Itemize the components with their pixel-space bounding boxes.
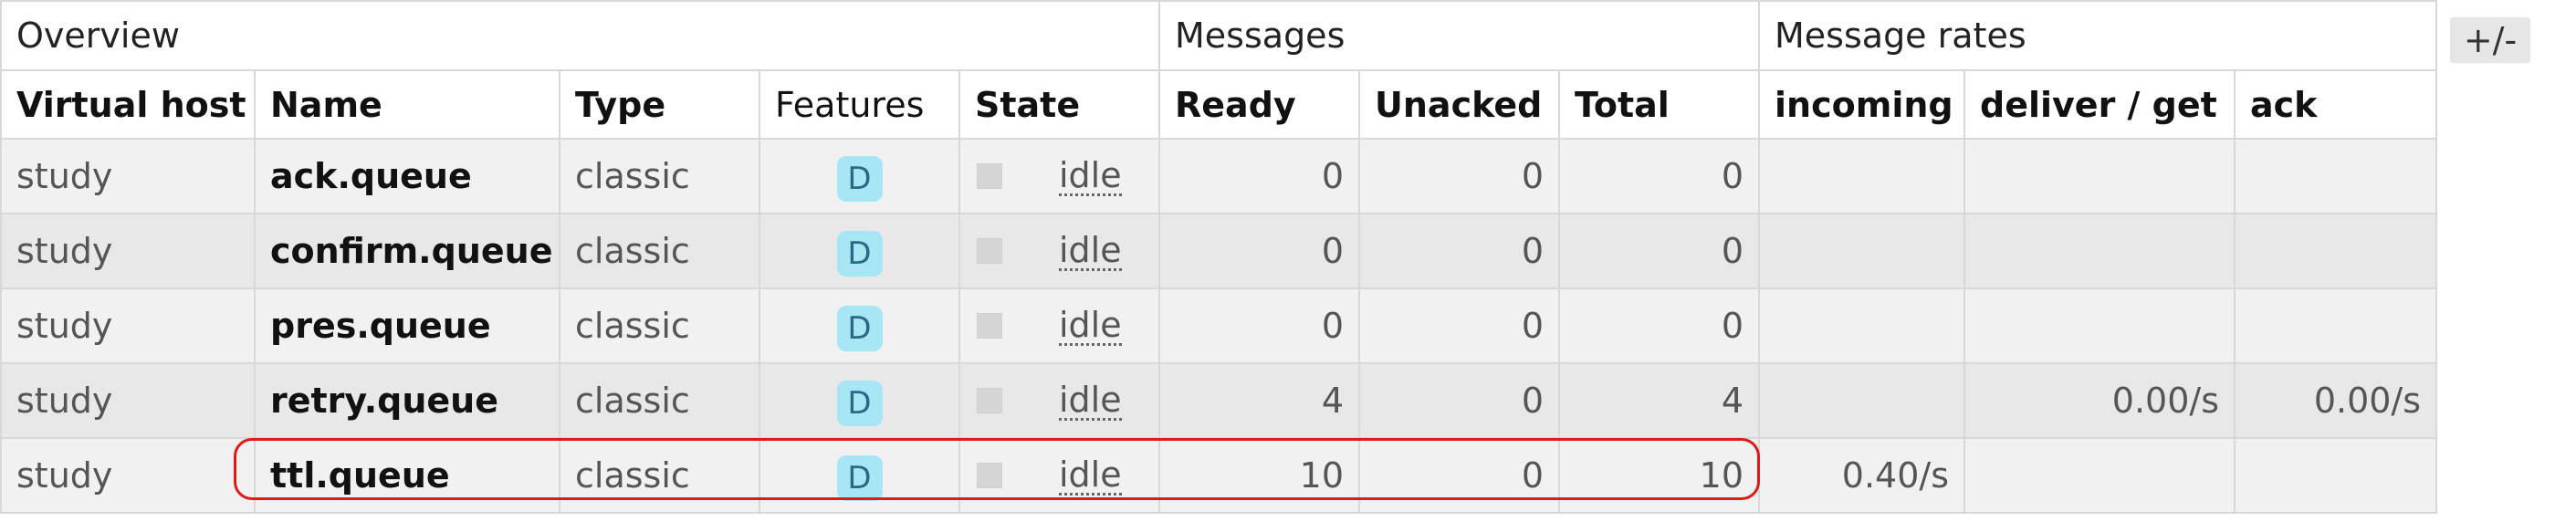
group-overview: Overview [0, 0, 1161, 71]
type-cell: classic [559, 213, 760, 289]
table-row: study ttl.queue classic D idle 10 0 10 0… [0, 437, 2438, 514]
col-features: Features [759, 69, 960, 140]
state-cell: idle [958, 287, 1161, 364]
durable-badge: D [836, 381, 883, 426]
col-type[interactable]: Type [559, 69, 760, 140]
queue-name-link[interactable]: retry.queue [254, 362, 560, 439]
type-cell: classic [559, 437, 760, 514]
deliver-get-rate-cell [1963, 437, 2236, 514]
table-row: study confirm.queue classic D idle 0 0 0 [0, 213, 2438, 289]
deliver-get-rate-cell [1963, 213, 2236, 289]
unacked-cell: 0 [1358, 437, 1561, 514]
table-row: study pres.queue classic D idle 0 0 0 [0, 287, 2438, 364]
features-cell: D [759, 437, 960, 514]
virtual-host-cell: study [0, 287, 256, 364]
unacked-cell: 0 [1358, 138, 1561, 214]
toggle-columns-button[interactable]: +/- [2450, 17, 2530, 63]
ready-cell: 10 [1158, 437, 1361, 514]
col-incoming[interactable]: incoming [1758, 69, 1966, 140]
total-cell: 4 [1558, 362, 1761, 439]
virtual-host-cell: study [0, 437, 256, 514]
state-indicator-icon [977, 388, 1002, 413]
features-cell: D [759, 362, 960, 439]
deliver-get-rate-cell [1963, 287, 2236, 364]
ack-rate-cell [2234, 213, 2438, 289]
state-indicator-icon [977, 238, 1002, 264]
state-text: idle [1059, 229, 1122, 271]
group-messages: Messages [1158, 0, 1761, 71]
deliver-get-rate-cell: 0.00/s [1963, 362, 2236, 439]
state-indicator-icon [977, 163, 1002, 189]
total-cell: 10 [1558, 437, 1761, 514]
col-virtual-host[interactable]: Virtual host [0, 69, 256, 140]
col-state[interactable]: State [958, 69, 1161, 140]
incoming-rate-cell [1758, 287, 1966, 364]
ready-cell: 0 [1158, 213, 1361, 289]
durable-badge: D [836, 156, 883, 202]
durable-badge: D [836, 306, 883, 351]
ack-rate-cell: 0.00/s [2234, 362, 2438, 439]
col-ack[interactable]: ack [2234, 69, 2438, 140]
type-cell: classic [559, 287, 760, 364]
queue-name-link[interactable]: ttl.queue [254, 437, 560, 514]
unacked-cell: 0 [1358, 287, 1561, 364]
table-row: study ack.queue classic D idle 0 0 0 [0, 138, 2438, 214]
features-cell: D [759, 287, 960, 364]
queue-name-link[interactable]: pres.queue [254, 287, 560, 364]
col-deliver-get[interactable]: deliver / get [1963, 69, 2236, 140]
incoming-rate-cell [1758, 362, 1966, 439]
col-name[interactable]: Name [254, 69, 560, 140]
virtual-host-cell: study [0, 213, 256, 289]
incoming-rate-cell [1758, 213, 1966, 289]
type-cell: classic [559, 138, 760, 214]
state-cell: idle [958, 138, 1161, 214]
state-cell: idle [958, 362, 1161, 439]
durable-badge: D [836, 231, 883, 277]
total-cell: 0 [1558, 213, 1761, 289]
incoming-rate-cell: 0.40/s [1758, 437, 1966, 514]
table-row: study retry.queue classic D idle 4 0 4 0… [0, 362, 2438, 439]
state-text: idle [1059, 379, 1122, 421]
group-message-rates: Message rates [1758, 0, 2438, 71]
state-cell: idle [958, 437, 1161, 514]
ready-cell: 0 [1158, 138, 1361, 214]
state-cell: idle [958, 213, 1161, 289]
ready-cell: 0 [1158, 287, 1361, 364]
incoming-rate-cell [1758, 138, 1966, 214]
virtual-host-cell: study [0, 138, 256, 214]
state-indicator-icon [977, 313, 1002, 339]
column-group-row: Overview Messages Message rates [0, 0, 2438, 71]
unacked-cell: 0 [1358, 213, 1561, 289]
ack-rate-cell [2234, 287, 2438, 364]
column-header-row: Virtual host Name Type Features State Re… [0, 69, 2438, 140]
state-text: idle [1059, 454, 1122, 496]
queue-name-link[interactable]: ack.queue [254, 138, 560, 214]
col-total[interactable]: Total [1558, 69, 1761, 140]
durable-badge: D [836, 455, 883, 501]
queues-table: Overview Messages Message rates Virtual … [0, 0, 2438, 514]
ready-cell: 4 [1158, 362, 1361, 439]
features-cell: D [759, 213, 960, 289]
col-unacked[interactable]: Unacked [1358, 69, 1561, 140]
unacked-cell: 0 [1358, 362, 1561, 439]
virtual-host-cell: study [0, 362, 256, 439]
total-cell: 0 [1558, 138, 1761, 214]
ack-rate-cell [2234, 138, 2438, 214]
deliver-get-rate-cell [1963, 138, 2236, 214]
state-indicator-icon [977, 463, 1002, 488]
queue-name-link[interactable]: confirm.queue [254, 213, 560, 289]
features-cell: D [759, 138, 960, 214]
state-text: idle [1059, 304, 1122, 346]
col-ready[interactable]: Ready [1158, 69, 1361, 140]
total-cell: 0 [1558, 287, 1761, 364]
type-cell: classic [559, 362, 760, 439]
state-text: idle [1059, 154, 1122, 196]
ack-rate-cell [2234, 437, 2438, 514]
